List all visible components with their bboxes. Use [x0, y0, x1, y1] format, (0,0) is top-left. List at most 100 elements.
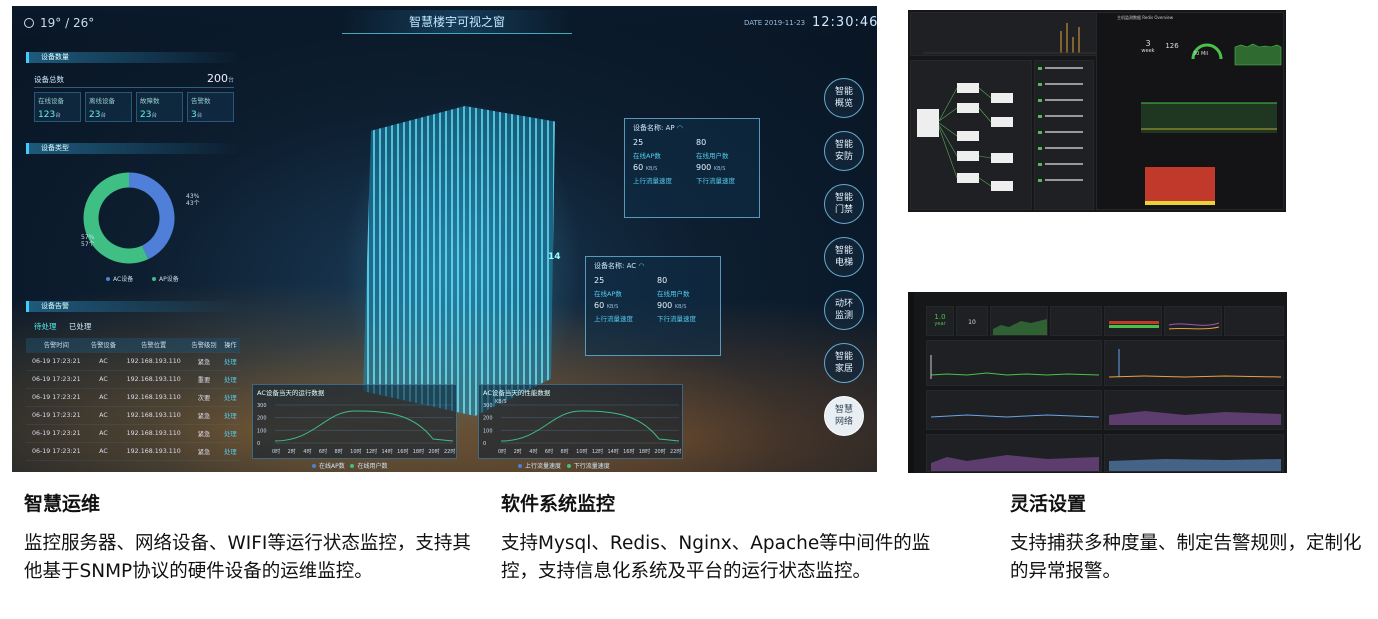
- x-tick-label: 6时: [319, 448, 327, 455]
- legend-label: 下行流量速度: [573, 463, 610, 470]
- popup-value: 25: [594, 276, 605, 285]
- nav-button[interactable]: 智能 电梯: [824, 237, 864, 277]
- legend-dot-icon: [566, 464, 571, 468]
- table-row: 06-19 17:23:21 AC 192.168.193.110 紧急 处理: [26, 442, 240, 461]
- table-cell: 06-19 17:23:21: [26, 352, 87, 371]
- redis-overview-title: 主机监测数据 Redis Overview: [1117, 15, 1174, 20]
- x-tick-label: 0时: [498, 448, 506, 455]
- memory-value: 30 Mil: [1193, 51, 1209, 57]
- uptime-stat: 1.0 year: [926, 306, 954, 336]
- handle-link[interactable]: 处理: [220, 352, 240, 371]
- weather-widget: 19° / 26°: [24, 16, 94, 30]
- device-count-panel: 设备数量 设备总数 200台 在线设备 123台 离线设备 23台 故障数 23台告…: [26, 52, 240, 122]
- popup-label: 在线用户数: [657, 290, 690, 298]
- nav-button[interactable]: 动环 监测: [824, 290, 864, 330]
- donut-slice-ac[interactable]: [128, 172, 175, 260]
- stat-label: 告警数: [191, 97, 211, 105]
- device-type-donut[interactable]: 43%43个 57%57个 AC设备 AP设备: [26, 154, 240, 284]
- nav-button[interactable]: 智能 门禁: [824, 184, 864, 224]
- device-total-value: 200: [206, 72, 228, 85]
- device-popup-ac[interactable]: 设备名称: AC ◠ 25 80 在线AP数 在线用户数 60 KB/S 900…: [585, 256, 721, 356]
- panel-header: 设备类型: [26, 143, 240, 154]
- x-tick-label: 22时: [670, 448, 681, 455]
- chart-title: AC设备当天的运行数据: [257, 389, 325, 397]
- tab-handled[interactable]: 已处理: [69, 322, 92, 331]
- smart-building-dashboard: 19° / 26° 智慧楼宇可视之窗 DATE 2019-11-23 12:30…: [12, 6, 877, 472]
- panel-header: 设备数量: [26, 52, 240, 63]
- table-row: 06-19 17:23:21 AC 192.168.193.110 次要 处理: [26, 388, 240, 407]
- device-stat-card[interactable]: 在线设备 123台: [34, 92, 81, 122]
- x-tick-label: 4时: [303, 448, 311, 455]
- table-cell: AC: [86, 406, 121, 425]
- uptime-unit: year: [934, 321, 946, 327]
- y-tick-label: 200: [483, 416, 493, 422]
- legend-label: 上行流量速度: [525, 463, 562, 470]
- table-cell: 192.168.193.110: [120, 352, 188, 371]
- chart-title: AC设备当天的性能数据: [483, 389, 551, 397]
- total-items-graph: [1137, 153, 1245, 207]
- table-cell: 06-19 17:23:21: [26, 406, 87, 425]
- x-tick-label: 14时: [607, 448, 618, 455]
- chart-legend-left: 在线AP数 在线用户数: [312, 461, 387, 470]
- handle-link[interactable]: 处理: [220, 406, 240, 425]
- popup-label: 在线AP数: [594, 290, 622, 298]
- commands-graph: [1233, 25, 1283, 71]
- table-row: 06-19 17:23:21 AC 192.168.193.110 紧急 处理: [26, 424, 240, 443]
- time-series-graph: [1104, 340, 1284, 386]
- caption-title-settings: 灵活设置: [1010, 493, 1087, 515]
- alarm-tabs: 待处理 已处理: [34, 321, 240, 332]
- table-cell: AC: [86, 442, 121, 461]
- nav-button[interactable]: 智能 安防: [824, 131, 864, 171]
- bar-spikes-graph: [923, 23, 1106, 54]
- device-popup-ap[interactable]: 设备名称: AP ◠ 25 80 在线AP数 在线用户数 60 KB/S 900…: [624, 118, 760, 218]
- device-stat-card[interactable]: 告警数 3台: [187, 92, 234, 122]
- stat-label: 在线设备: [38, 97, 64, 105]
- building-3d-model[interactable]: [363, 106, 555, 416]
- x-tick-label: 10时: [576, 448, 587, 455]
- host-list-panel: [1034, 60, 1094, 210]
- series-line: [274, 410, 454, 442]
- nav-button[interactable]: 智能 概览: [824, 78, 864, 118]
- handle-link[interactable]: 处理: [220, 370, 240, 389]
- table-cell: AC: [86, 388, 121, 407]
- table-header-cell: 告警设备: [86, 338, 121, 353]
- host-list: [1038, 67, 1083, 182]
- mini-graph: [1104, 306, 1162, 336]
- topology-diagram: [917, 83, 1013, 191]
- redis-overview-panel: 主机监测数据 Redis Overview 3 week 126 30 Mil: [1096, 12, 1284, 210]
- table-cell: 06-19 17:23:21: [26, 442, 87, 461]
- x-tick-label: 8时: [561, 448, 569, 455]
- table-cell: AC: [86, 370, 121, 389]
- handle-link[interactable]: 处理: [220, 442, 240, 461]
- uptime-stat: 3 week: [1137, 25, 1159, 71]
- nav-button[interactable]: 智慧 网络: [824, 396, 864, 436]
- popup-label: 上行流量速度: [594, 315, 633, 323]
- flow-diagram-panel: [910, 60, 1032, 210]
- grafana-sidebar: [908, 292, 914, 473]
- table-cell: 紧急: [187, 442, 221, 461]
- handle-link[interactable]: 处理: [220, 424, 240, 443]
- device-stat-card[interactable]: 离线设备 23台: [85, 92, 132, 122]
- table-cell: 紧急: [187, 352, 221, 371]
- legend-dot-icon: [152, 277, 156, 281]
- table-row: 06-19 17:23:21 AC 192.168.193.110 紧急 处理: [26, 352, 240, 371]
- x-tick-label: 0时: [272, 448, 280, 455]
- donut-slice-ap[interactable]: [83, 172, 149, 264]
- x-tick-label: 8时: [335, 448, 343, 455]
- handle-link[interactable]: 处理: [220, 388, 240, 407]
- stat-value: 123台: [38, 110, 61, 120]
- nav-button[interactable]: 智能 家居: [824, 343, 864, 383]
- connections-value: 10: [968, 319, 976, 326]
- floor-label: 14: [548, 252, 561, 262]
- wifi-icon: ◠: [638, 262, 645, 270]
- tab-pending[interactable]: 待处理: [34, 322, 57, 331]
- time-series-graph: [1104, 390, 1284, 430]
- popup-value: 25: [633, 138, 644, 147]
- dashboard-title: 智慧楼宇可视之窗: [342, 10, 572, 34]
- clients-stat: 126: [1161, 25, 1183, 71]
- x-tick-label: 22时: [444, 448, 455, 455]
- device-stat-card[interactable]: 故障数 23台: [136, 92, 183, 122]
- clients-value: 126: [1165, 42, 1179, 50]
- table-cell: 06-19 17:23:21: [26, 424, 87, 443]
- table-row: 06-19 17:23:21 AC 192.168.193.110 紧急 处理: [26, 406, 240, 425]
